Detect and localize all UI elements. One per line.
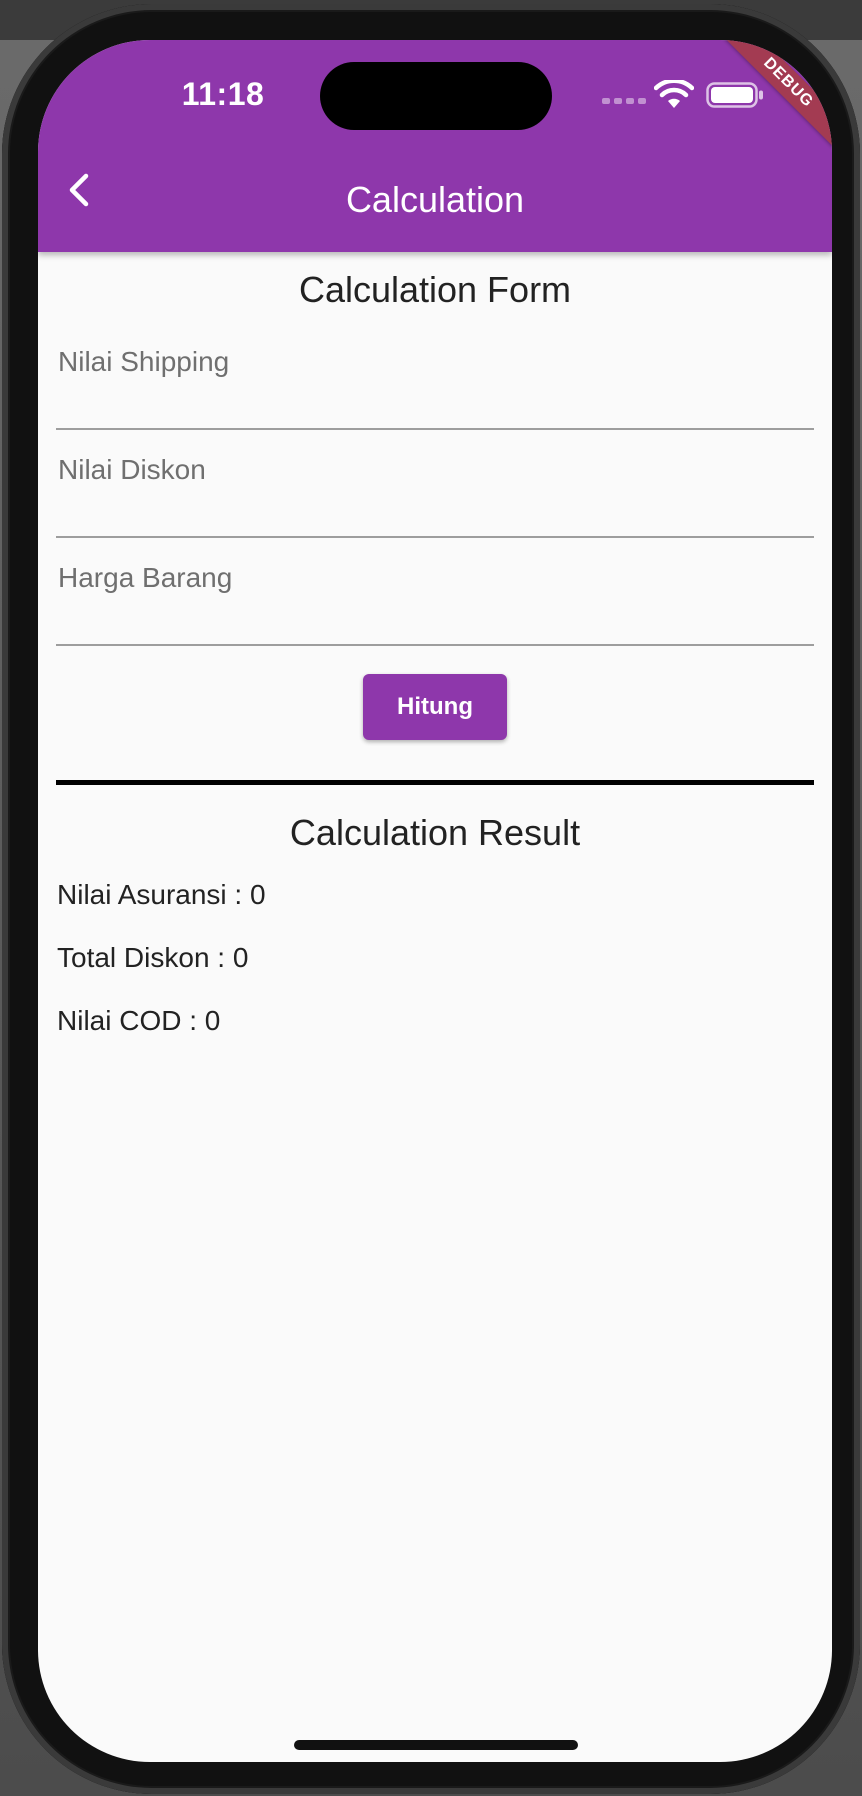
discount-input[interactable]: [56, 432, 814, 538]
shipping-input[interactable]: [56, 324, 814, 430]
discount-field: [56, 432, 814, 540]
shipping-field: [56, 324, 814, 432]
button-row: Hitung: [38, 674, 832, 740]
home-indicator[interactable]: [294, 1740, 578, 1750]
device-stage: 11:18 DEBUG Calculation Calculation Form…: [0, 0, 862, 1796]
chevron-left-icon[interactable]: [58, 168, 102, 212]
phone-frame: 11:18 DEBUG Calculation Calculation Form…: [2, 4, 860, 1794]
calculate-button[interactable]: Hitung: [363, 674, 507, 740]
wifi-icon: [654, 80, 694, 108]
phone-screen: 11:18 DEBUG Calculation Calculation Form…: [38, 40, 832, 1762]
insurance-result: Nilai Asuransi : 0: [57, 879, 266, 910]
page-body: Calculation Form Hitung Calculation Resu…: [38, 252, 832, 1039]
result-title: Calculation Result: [289, 812, 581, 853]
battery-icon: [706, 82, 763, 108]
section-divider: [56, 780, 814, 785]
discount-total-result: Total Diskon : 0: [57, 942, 249, 973]
status-bar-time: 11:18: [181, 76, 265, 112]
form-title: Calculation Form: [298, 269, 572, 310]
page-title: Calculation: [345, 179, 525, 220]
cod-result: Nilai COD : 0: [57, 1005, 221, 1036]
cellular-signal-icon: [602, 98, 646, 104]
app-bar: 11:18 DEBUG Calculation: [38, 40, 832, 252]
price-field: [56, 540, 814, 648]
price-input[interactable]: [56, 540, 814, 646]
dynamic-island: [320, 62, 552, 130]
